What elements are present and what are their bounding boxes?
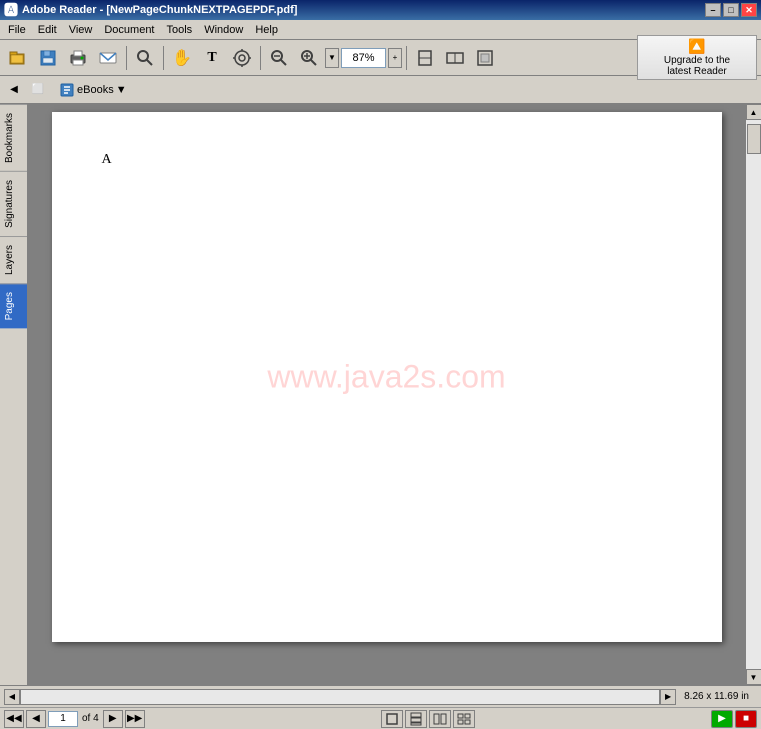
zoom-in-button[interactable]: [295, 44, 323, 72]
vertical-scrollbar: ▲ ▼: [745, 104, 761, 685]
forward-button[interactable]: ⬜: [28, 80, 48, 100]
upgrade-banner[interactable]: 🔼 Upgrade to the latest Reader: [637, 35, 757, 80]
adobe-icon: 🅰: [4, 0, 18, 20]
close-button[interactable]: ✕: [741, 3, 757, 17]
ebooks-label: eBooks: [77, 84, 114, 96]
navbottom: ◀◀ ◀ of 4 ▶ ▶▶ ▶ ■: [0, 707, 761, 729]
view-facing-button[interactable]: [429, 710, 451, 728]
hand-tool-button[interactable]: ✋: [168, 44, 196, 72]
upgrade-line1: Upgrade to the: [664, 55, 730, 66]
separator4: [406, 46, 407, 70]
scroll-down-button[interactable]: ▼: [746, 669, 761, 685]
page-dimensions: 8.26 x 11.69 in: [676, 691, 757, 702]
back-button[interactable]: ◀: [4, 80, 24, 100]
sidebar-tab-signatures[interactable]: Signatures: [0, 171, 27, 236]
watermark: www.java2s.com: [267, 359, 505, 396]
view-extra-button[interactable]: [453, 710, 475, 728]
page-nav: ◀◀ ◀ of 4 ▶ ▶▶: [4, 710, 145, 728]
separator2: [163, 46, 164, 70]
upgrade-icon: 🔼: [688, 38, 705, 55]
menu-help[interactable]: Help: [249, 22, 284, 38]
print-button[interactable]: [64, 44, 92, 72]
menu-document[interactable]: Document: [98, 22, 160, 38]
titlebar: 🅰 Adobe Reader - [NewPageChunkNEXTPAGEPD…: [0, 0, 761, 20]
save-button[interactable]: [34, 44, 62, 72]
view-single-button[interactable]: [381, 710, 403, 728]
fit-page-button[interactable]: [411, 44, 439, 72]
ebooks-dropdown-arrow: ▼: [116, 84, 127, 96]
titlebar-title: Adobe Reader - [NewPageChunkNEXTPAGEPDF.…: [22, 4, 297, 16]
titlebar-controls: – □ ✕: [705, 3, 757, 17]
menu-tools[interactable]: Tools: [161, 22, 199, 38]
view-continuous-button[interactable]: [405, 710, 427, 728]
sidebar-tab-pages[interactable]: Pages: [0, 283, 27, 328]
menu-window[interactable]: Window: [198, 22, 249, 38]
minimize-button[interactable]: –: [705, 3, 721, 17]
page-of-total: of 4: [80, 713, 101, 724]
sidebar-tab-bookmarks[interactable]: Bookmarks: [0, 104, 27, 171]
pdf-content-letter: A: [102, 152, 112, 168]
zoom-input[interactable]: [341, 48, 386, 68]
scroll-thumb[interactable]: [747, 124, 761, 154]
audio-play-button[interactable]: ▶: [711, 710, 733, 728]
nav-prev-button[interactable]: ◀: [26, 710, 46, 728]
toolbar1: ✋ T ▼ + 🔼 Upgrade to the latest Reader: [0, 40, 761, 76]
page-number-input[interactable]: [48, 711, 78, 727]
hscroll-right-button[interactable]: ▶: [660, 689, 676, 705]
scroll-track[interactable]: [746, 120, 761, 669]
zoom-out-button[interactable]: [265, 44, 293, 72]
ebooks-button[interactable]: eBooks ▼: [52, 79, 134, 101]
sidebar: Bookmarks Signatures Layers Pages: [0, 104, 28, 685]
titlebar-left: 🅰 Adobe Reader - [NewPageChunkNEXTPAGEPD…: [4, 0, 297, 20]
nav-last-button[interactable]: ▶▶: [125, 710, 145, 728]
fit-width-button[interactable]: [441, 44, 469, 72]
text-select-button[interactable]: T: [198, 44, 226, 72]
zoom-box: ▼ +: [325, 48, 402, 68]
pdf-area: A www.java2s.com: [28, 104, 745, 685]
email-button[interactable]: [94, 44, 122, 72]
open-button[interactable]: [4, 44, 32, 72]
sidebar-tab-layers[interactable]: Layers: [0, 236, 27, 283]
nav-next-button[interactable]: ▶: [103, 710, 123, 728]
statusbar: ◀ ▶ 8.26 x 11.69 in: [0, 685, 761, 707]
maximize-button[interactable]: □: [723, 3, 739, 17]
view-buttons: [381, 710, 475, 728]
zoom-dropdown-arrow[interactable]: ▼: [325, 48, 339, 68]
nav-first-button[interactable]: ◀◀: [4, 710, 24, 728]
search-button[interactable]: [131, 44, 159, 72]
toolbar2: ◀ ⬜ eBooks ▼: [0, 76, 761, 104]
audio-buttons: ▶ ■: [711, 710, 757, 728]
hscroll-track[interactable]: [20, 689, 660, 705]
menu-edit[interactable]: Edit: [32, 22, 63, 38]
full-screen-button[interactable]: [471, 44, 499, 72]
upgrade-line2: latest Reader: [667, 66, 726, 77]
separator3: [260, 46, 261, 70]
snapshot-button[interactable]: [228, 44, 256, 72]
separator1: [126, 46, 127, 70]
hscroll-left-button[interactable]: ◀: [4, 689, 20, 705]
audio-stop-button[interactable]: ■: [735, 710, 757, 728]
menu-view[interactable]: View: [63, 22, 99, 38]
pdf-page: A www.java2s.com: [52, 112, 722, 642]
menu-file[interactable]: File: [2, 22, 32, 38]
zoom-add-button[interactable]: +: [388, 48, 402, 68]
scroll-up-button[interactable]: ▲: [746, 104, 761, 120]
main-layout: Bookmarks Signatures Layers Pages A www.…: [0, 104, 761, 685]
